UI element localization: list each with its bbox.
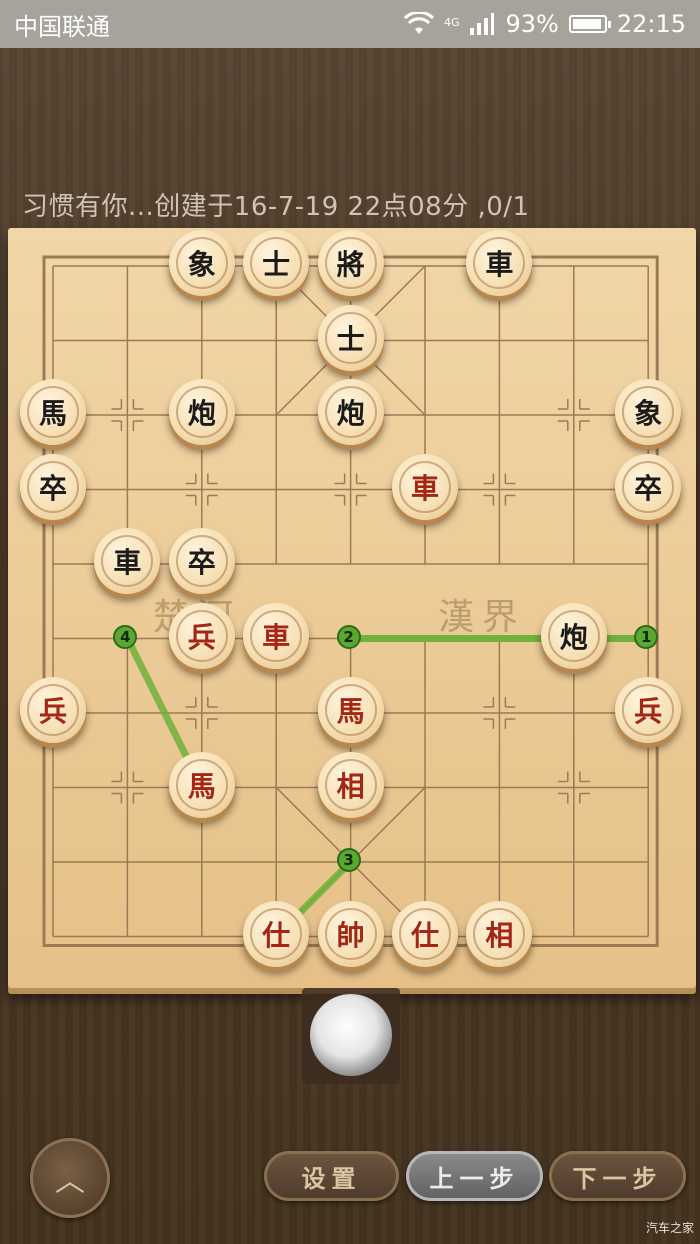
chevron-up-icon: ︿ <box>55 1164 85 1199</box>
piece-b-pao-3[interactable]: 炮 <box>540 602 607 669</box>
piece-label: 炮 <box>547 609 600 662</box>
piece-label: 將 <box>324 237 377 289</box>
piece-r-che-2[interactable]: 車 <box>243 602 310 669</box>
piece-b-pao-2[interactable]: 炮 <box>317 379 384 445</box>
piece-label: 車 <box>399 460 451 513</box>
piece-b-zu-1[interactable]: 卒 <box>20 453 86 520</box>
piece-b-zu-3[interactable]: 卒 <box>168 528 235 594</box>
status-bar: 中国联通 4G 93% 22:15 <box>0 0 700 48</box>
wifi-icon <box>403 12 434 34</box>
piece-r-ma-2[interactable]: 馬 <box>168 751 235 818</box>
piece-label: 馬 <box>175 758 228 811</box>
piece-label: 象 <box>622 386 675 438</box>
piece-b-jiang[interactable]: 將 <box>317 230 384 296</box>
piece-label: 車 <box>101 535 154 587</box>
network-type-label: 4G <box>443 16 460 29</box>
piece-label: 卒 <box>175 535 228 587</box>
piece-b-che-2[interactable]: 車 <box>94 528 161 594</box>
chess-board[interactable]: 楚河 漢界 象士將車士馬炮炮象卒車卒車卒兵車炮兵馬兵馬相仕帥仕相1234 <box>8 228 696 988</box>
piece-b-ma-1[interactable]: 馬 <box>20 379 86 445</box>
move-hint-marker-3: 3 <box>336 848 361 872</box>
piece-r-shi-2[interactable]: 仕 <box>392 900 458 967</box>
piece-r-bing-3[interactable]: 兵 <box>615 677 682 743</box>
piece-r-shuai[interactable]: 帥 <box>317 900 384 967</box>
piece-b-che-1[interactable]: 車 <box>466 230 533 296</box>
piece-label: 車 <box>250 609 303 662</box>
piece-label: 仕 <box>399 907 451 960</box>
home-button[interactable] <box>310 994 392 1076</box>
piece-r-ma-1[interactable]: 馬 <box>317 677 384 743</box>
move-hint-marker-4: 4 <box>113 624 138 649</box>
menu-up-button[interactable]: ︿ <box>30 1138 110 1218</box>
piece-label: 卒 <box>622 460 675 513</box>
settings-button[interactable]: 设置 <box>264 1151 399 1201</box>
signal-icon <box>470 13 495 35</box>
piece-r-xiang-2[interactable]: 相 <box>466 900 533 967</box>
piece-b-xiang-1[interactable]: 象 <box>168 230 235 296</box>
piece-r-shi-1[interactable]: 仕 <box>243 900 310 967</box>
piece-label: 馬 <box>27 386 79 438</box>
piece-label: 兵 <box>622 684 675 736</box>
piece-label: 士 <box>250 237 303 289</box>
piece-label: 兵 <box>175 609 228 662</box>
status-icons: 4G 93% 22:15 <box>403 10 686 38</box>
piece-label: 相 <box>324 758 377 811</box>
piece-b-zu-2[interactable]: 卒 <box>615 453 682 520</box>
piece-label: 象 <box>175 237 228 289</box>
piece-label: 炮 <box>324 386 377 438</box>
game-info: 习惯有你...创建于16-7-19 22点08分 ,0/1 <box>22 192 530 222</box>
battery-icon <box>568 15 611 33</box>
piece-r-xiang-1[interactable]: 相 <box>317 751 384 818</box>
home-button-wrap <box>302 988 400 1084</box>
piece-label: 車 <box>473 237 526 289</box>
piece-r-che-1[interactable]: 車 <box>392 453 458 520</box>
watermark: 汽车之家 <box>645 1221 694 1235</box>
piece-label: 馬 <box>324 684 377 736</box>
piece-r-bing-2[interactable]: 兵 <box>20 677 86 743</box>
clock: 22:15 <box>616 10 686 38</box>
move-hint-marker-1: 1 <box>634 624 659 649</box>
piece-label: 仕 <box>250 907 303 960</box>
piece-b-shi-1[interactable]: 士 <box>243 230 310 296</box>
battery-percent: 93% <box>505 10 559 38</box>
piece-label: 相 <box>473 907 526 960</box>
piece-b-shi-2[interactable]: 士 <box>317 304 384 371</box>
piece-label: 兵 <box>27 684 79 736</box>
piece-b-xiang-2[interactable]: 象 <box>615 379 682 445</box>
river-label-right: 漢界 <box>438 597 527 638</box>
piece-label: 炮 <box>175 386 228 438</box>
move-hint-marker-2: 2 <box>336 624 361 649</box>
piece-label: 帥 <box>324 907 377 960</box>
piece-label: 士 <box>324 311 377 364</box>
carrier-name: 中国联通 <box>14 12 110 41</box>
next-step-button[interactable]: 下一步 <box>549 1151 686 1201</box>
piece-b-pao-1[interactable]: 炮 <box>168 379 235 445</box>
prev-step-button[interactable]: 上一步 <box>406 1151 543 1201</box>
piece-label: 卒 <box>27 460 79 513</box>
piece-r-bing-1[interactable]: 兵 <box>168 602 235 669</box>
